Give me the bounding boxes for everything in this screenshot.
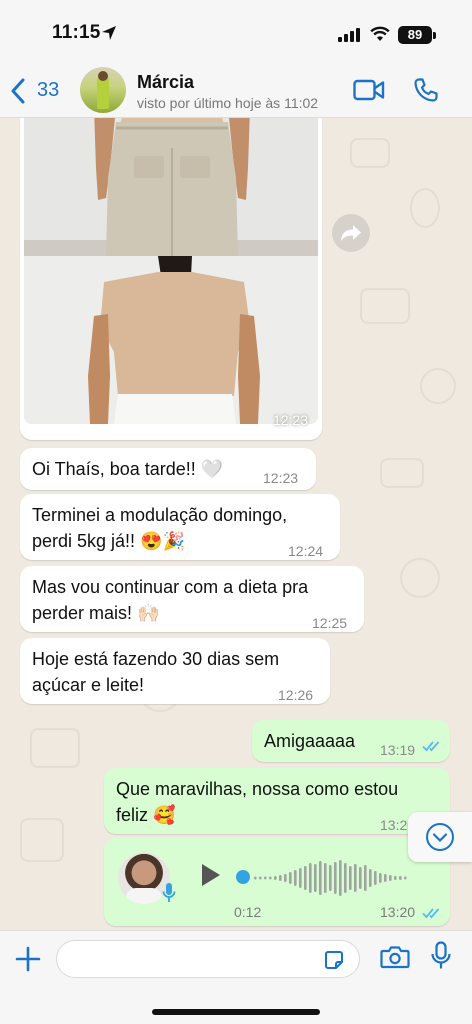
audio-waveform[interactable] bbox=[254, 856, 414, 900]
image-message[interactable]: 12:23 bbox=[20, 118, 322, 440]
chevron-left-icon[interactable] bbox=[10, 78, 26, 104]
message-bubble-in[interactable]: Terminei a modulação domingo, perdi 5kg … bbox=[20, 494, 340, 560]
message-time: 13:19 bbox=[380, 742, 416, 758]
message-text-line-1: Terminei a modulação domingo, bbox=[32, 505, 288, 525]
forward-arrow-icon bbox=[341, 225, 361, 241]
message-bubble-in[interactable]: Hoje está fazendo 30 dias sem açúcar e l… bbox=[20, 638, 330, 704]
message-time: 12:25 bbox=[312, 615, 348, 631]
message-bubble-out[interactable]: Amigaaaaa 13:19 bbox=[252, 720, 450, 762]
message-text: Amigaaaaa bbox=[264, 731, 356, 751]
playback-scrubber[interactable] bbox=[236, 870, 250, 884]
back-count[interactable]: 33 bbox=[37, 79, 59, 102]
location-arrow-icon bbox=[102, 26, 116, 40]
message-text-line-2: açúcar e leite! bbox=[32, 675, 145, 695]
contact-name[interactable]: Márcia bbox=[137, 72, 194, 93]
input-bar bbox=[0, 930, 472, 1024]
avatar[interactable] bbox=[80, 67, 126, 113]
camera-icon[interactable] bbox=[380, 945, 410, 969]
play-icon[interactable] bbox=[200, 862, 222, 888]
video-camera-icon[interactable] bbox=[353, 79, 385, 101]
message-time: 12:23 bbox=[272, 412, 308, 428]
battery-tip bbox=[433, 32, 436, 39]
message-text-line-1: Que maravilhas, nossa como estou bbox=[116, 779, 399, 799]
double-check-icon bbox=[422, 741, 440, 752]
wallpaper-doodle bbox=[350, 138, 390, 168]
message-bubble-in[interactable]: Oi Thaís, boa tarde!! 🤍 12:23 bbox=[20, 448, 316, 490]
message-text-line-2: perdi 5kg já!! 😍🎉 bbox=[32, 531, 185, 551]
home-indicator bbox=[152, 1009, 320, 1015]
message-text-line-1: Hoje está fazendo 30 dias sem bbox=[32, 649, 280, 669]
chat-header: 33 Márcia visto por último hoje às 11:02 bbox=[0, 62, 472, 118]
message-time: 12:23 bbox=[263, 470, 299, 486]
wifi-icon bbox=[370, 26, 390, 41]
wallpaper-doodle bbox=[410, 188, 440, 228]
message-bubble-in[interactable]: Mas vou continuar com a dieta pra perder… bbox=[20, 566, 364, 632]
wallpaper-doodle bbox=[30, 728, 80, 768]
chevron-down-circle-icon bbox=[426, 823, 454, 851]
phone-icon[interactable] bbox=[413, 77, 439, 103]
microphone-badge-icon bbox=[162, 883, 176, 902]
message-text: Oi Thaís, boa tarde!! 🤍 bbox=[32, 459, 224, 479]
message-text-line-2: feliz 🥰 bbox=[116, 805, 176, 825]
message-bubble-out[interactable]: Que maravilhas, nossa como estou feliz 🥰… bbox=[104, 768, 450, 834]
wallpaper-doodle bbox=[420, 368, 456, 404]
wallpaper-doodle bbox=[400, 558, 440, 598]
photo-before[interactable] bbox=[24, 118, 318, 256]
scroll-down-button[interactable] bbox=[408, 812, 472, 862]
message-time: 13:20 bbox=[380, 904, 416, 920]
cellular-signal-icon bbox=[338, 28, 360, 42]
wallpaper-doodle bbox=[20, 818, 64, 862]
message-text-line-2: perder mais! 🙌🏻 bbox=[32, 603, 160, 623]
double-check-icon bbox=[422, 908, 440, 919]
wallpaper-doodle bbox=[360, 288, 410, 324]
voice-message[interactable]: 0:12 13:20 bbox=[104, 838, 450, 926]
forward-button[interactable] bbox=[332, 214, 370, 252]
battery-indicator: 89 bbox=[398, 26, 432, 44]
message-text-line-1: Mas vou continuar com a dieta pra bbox=[32, 577, 309, 597]
chat-area[interactable]: 12:23 Oi Thaís, boa tarde!! 🤍 12:23 Term… bbox=[0, 118, 472, 930]
last-seen: visto por último hoje às 11:02 bbox=[137, 95, 319, 111]
wallpaper-doodle bbox=[380, 458, 424, 488]
microphone-icon[interactable] bbox=[430, 941, 452, 971]
photo-after[interactable] bbox=[24, 256, 318, 424]
message-time: 12:26 bbox=[278, 687, 314, 703]
voice-duration: 0:12 bbox=[234, 904, 262, 920]
plus-icon[interactable] bbox=[15, 946, 41, 972]
status-bar: 11:15 89 bbox=[0, 0, 472, 62]
message-time: 12:24 bbox=[288, 543, 324, 559]
message-input[interactable] bbox=[56, 940, 360, 978]
sticker-icon[interactable] bbox=[323, 949, 345, 971]
status-time: 11:15 bbox=[52, 22, 101, 43]
